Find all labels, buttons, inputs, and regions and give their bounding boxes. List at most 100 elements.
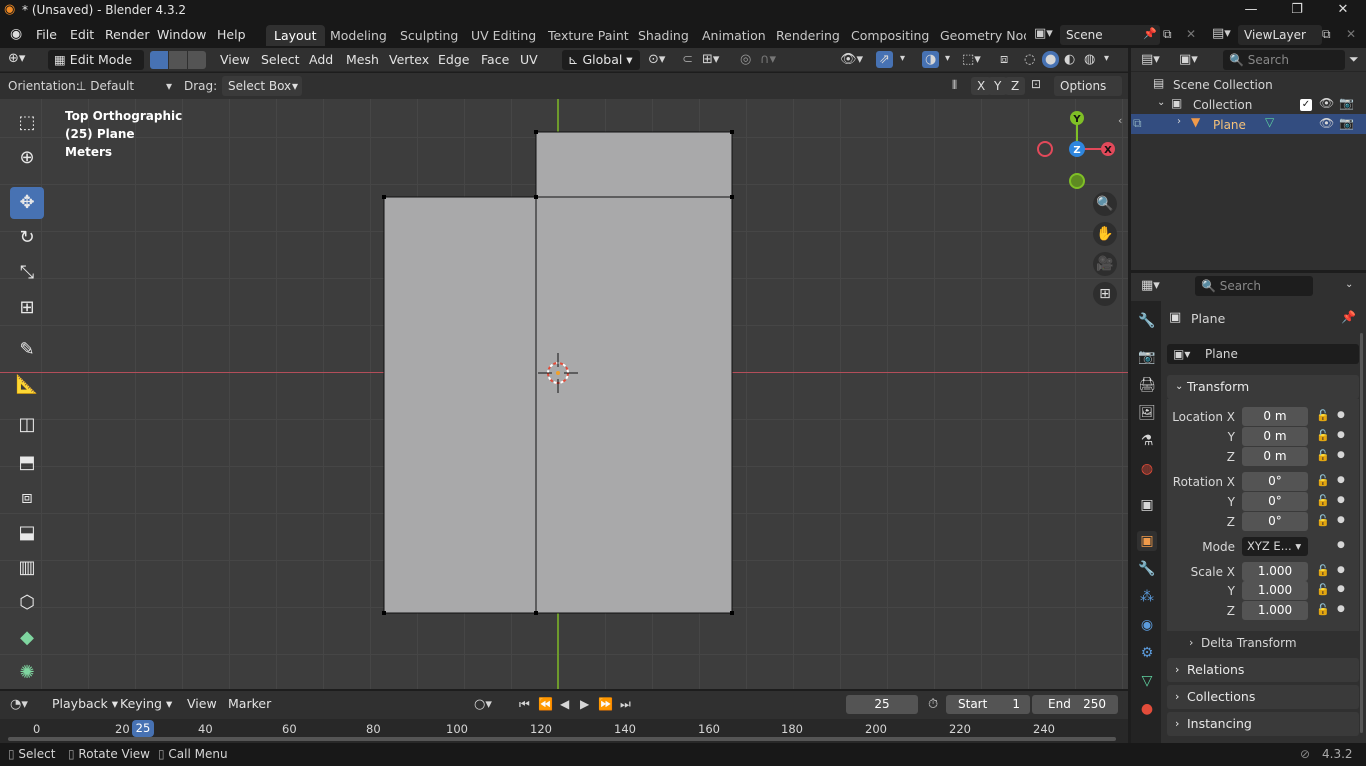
constraints-tab-icon[interactable]: ⚙ bbox=[1137, 643, 1157, 663]
end-frame-field[interactable]: End 250 bbox=[1032, 695, 1118, 714]
lock-icon[interactable]: 🔓 bbox=[1316, 494, 1330, 507]
keyframe-dot-icon[interactable]: ● bbox=[1337, 410, 1345, 420]
collection-eye-icon[interactable]: 👁 bbox=[1319, 97, 1334, 109]
ortho-toggle-icon[interactable]: ⊞ bbox=[1093, 282, 1117, 306]
scale-y-field[interactable]: 1.000 bbox=[1242, 581, 1308, 600]
3d-cursor-icon[interactable] bbox=[538, 353, 578, 393]
scene-icon[interactable]: ▣▾ bbox=[1034, 27, 1053, 40]
tab-rendering[interactable]: Rendering bbox=[768, 25, 848, 46]
render-tab-icon[interactable]: 📷 bbox=[1137, 347, 1157, 367]
start-frame-field[interactable]: Start 1 bbox=[946, 695, 1030, 714]
proportional-edit-icon[interactable]: ◎ bbox=[740, 53, 751, 66]
minimize-icon[interactable]: — bbox=[1228, 0, 1274, 22]
move-tool-icon[interactable]: ✥ bbox=[10, 187, 44, 219]
scene-collection-row[interactable]: ▤ Scene Collection bbox=[1131, 74, 1366, 94]
delete-scene-icon[interactable]: ✕ bbox=[1186, 28, 1196, 40]
view-layer-icon[interactable]: ▤▾ bbox=[1212, 27, 1231, 40]
tab-texture-paint[interactable]: Texture Paint bbox=[540, 25, 637, 46]
select-box-tool-icon[interactable]: ⬚ bbox=[10, 107, 44, 139]
lock-icon[interactable]: 🔓 bbox=[1316, 514, 1330, 527]
properties-scrollbar[interactable] bbox=[1360, 333, 1363, 733]
keyframe-dot-icon[interactable]: ● bbox=[1337, 450, 1345, 460]
world-tab-icon[interactable]: ◍ bbox=[1137, 459, 1157, 479]
tab-geometry-nodes[interactable]: Geometry Node bbox=[932, 25, 1026, 46]
auto-merge-icon[interactable]: ⊡ bbox=[1031, 78, 1041, 90]
keyframe-dot-icon[interactable]: ● bbox=[1337, 584, 1345, 594]
menu-edit[interactable]: Edit bbox=[64, 26, 100, 44]
object-name-field[interactable]: ▣▾ Plane bbox=[1167, 344, 1359, 364]
shading-rendered-icon[interactable]: ◍ bbox=[1084, 53, 1095, 66]
collection-row[interactable]: ⌄ ▣ Collection ✓ 👁 📷 bbox=[1131, 94, 1366, 114]
transform-orientation-dropdown[interactable]: ⊾ Global ▾ bbox=[562, 50, 640, 70]
falloff-icon[interactable]: ∩▾ bbox=[760, 53, 776, 66]
maximize-icon[interactable]: ❐ bbox=[1274, 0, 1320, 22]
menu-uv[interactable]: UV bbox=[514, 50, 544, 70]
mesh-face-left[interactable] bbox=[383, 196, 537, 614]
current-frame-field[interactable]: 25 bbox=[846, 695, 918, 714]
properties-editor-icon[interactable]: ▦▾ bbox=[1141, 279, 1160, 292]
delete-view-layer-icon[interactable]: ✕ bbox=[1346, 28, 1356, 40]
bevel-tool-icon[interactable]: ⬓ bbox=[10, 517, 44, 549]
drag-dropdown[interactable]: Select Box ▾ bbox=[222, 76, 302, 96]
keyframe-dot-icon[interactable]: ● bbox=[1337, 604, 1345, 614]
shading-material-icon[interactable]: ◐ bbox=[1064, 53, 1075, 66]
scale-x-field[interactable]: 1.000 bbox=[1242, 562, 1308, 581]
snap-icon[interactable]: ⊂ bbox=[682, 53, 693, 66]
scale-z-field[interactable]: 1.000 bbox=[1242, 601, 1308, 620]
play-icon[interactable]: ▶ bbox=[580, 698, 589, 710]
object-browse-icon[interactable]: ▣▾ bbox=[1167, 347, 1190, 361]
physics-tab-icon[interactable]: ◉ bbox=[1137, 615, 1157, 635]
collection-checkbox[interactable]: ✓ bbox=[1300, 99, 1312, 111]
keyframe-dot-icon[interactable]: ● bbox=[1337, 540, 1345, 550]
select-mode-edge[interactable] bbox=[169, 51, 187, 69]
expand-collection-icon[interactable]: ⌄ bbox=[1157, 98, 1165, 108]
gizmo-dropdown-icon[interactable]: ▾ bbox=[900, 54, 905, 64]
lock-icon[interactable]: 🔓 bbox=[1316, 603, 1330, 616]
menu-edge[interactable]: Edge bbox=[432, 50, 475, 70]
jump-start-icon[interactable]: ⏮ bbox=[519, 698, 530, 710]
keyframe-dot-icon[interactable]: ● bbox=[1337, 430, 1345, 440]
display-mode-icon[interactable]: ▣▾ bbox=[1179, 53, 1198, 66]
mirror-z-toggle[interactable]: Z bbox=[1005, 77, 1026, 95]
rotation-z-field[interactable]: 0° bbox=[1242, 512, 1308, 531]
prev-keyframe-icon[interactable]: ⏪ bbox=[538, 698, 553, 710]
new-scene-icon[interactable]: ⧉ bbox=[1163, 28, 1172, 40]
plane-mesh[interactable] bbox=[0, 99, 1128, 689]
modifier-tab-icon[interactable]: 🔧 bbox=[1137, 559, 1157, 579]
navigation-gizmo[interactable]: X Y Z bbox=[1030, 107, 1125, 195]
preview-range-icon[interactable]: ⏱ bbox=[928, 698, 938, 711]
timeline-editor-icon[interactable]: ◔▾ bbox=[10, 698, 28, 711]
measure-tool-icon[interactable]: 📐 bbox=[10, 369, 44, 401]
camera-view-icon[interactable]: 🎥 bbox=[1093, 252, 1117, 276]
plane-camera-icon[interactable]: 📷 bbox=[1339, 117, 1354, 129]
inset-tool-icon[interactable]: ⧈ bbox=[10, 482, 44, 514]
spin-tool-icon[interactable]: ✺ bbox=[10, 657, 44, 689]
lock-icon[interactable]: 🔓 bbox=[1316, 474, 1330, 487]
lock-icon[interactable]: 🔓 bbox=[1316, 409, 1330, 422]
shading-solid-icon[interactable]: ● bbox=[1042, 51, 1060, 68]
keying-menu[interactable]: Keying ▾ bbox=[114, 694, 178, 714]
object-tab-icon[interactable]: ▣ bbox=[1137, 531, 1157, 551]
annotate-tool-icon[interactable]: ✎ bbox=[10, 334, 44, 366]
tab-compositing[interactable]: Compositing bbox=[843, 25, 937, 46]
keyframe-dot-icon[interactable]: ● bbox=[1337, 475, 1345, 485]
pin-properties-icon[interactable]: 📌 bbox=[1341, 311, 1356, 323]
properties-options-icon[interactable]: ⌄ bbox=[1345, 280, 1353, 290]
visibility-icon[interactable]: 👁▾ bbox=[840, 53, 863, 66]
collection-tab-icon[interactable]: ▣ bbox=[1137, 495, 1157, 515]
shading-dropdown-icon[interactable]: ▾ bbox=[1104, 54, 1109, 64]
menu-file[interactable]: File bbox=[30, 26, 63, 44]
lock-icon[interactable]: 🔓 bbox=[1316, 564, 1330, 577]
mode-dropdown[interactable]: ▦ Edit Mode ▾ bbox=[48, 50, 144, 87]
editor-type-icon[interactable]: ⊕▾ bbox=[8, 52, 25, 65]
menu-window[interactable]: Window bbox=[151, 26, 212, 44]
transform-panel-header[interactable]: ⌄ Transform bbox=[1167, 375, 1359, 399]
particles-tab-icon[interactable]: ⁂ bbox=[1137, 587, 1157, 607]
keyframe-dot-icon[interactable]: ● bbox=[1337, 515, 1345, 525]
add-cube-tool-icon[interactable]: ◫ bbox=[10, 409, 44, 441]
plane-row[interactable]: ⧉ › ▼ Plane ▽ 👁 📷 bbox=[1131, 114, 1366, 134]
menu-mesh[interactable]: Mesh bbox=[340, 50, 385, 70]
plane-eye-icon[interactable]: 👁 bbox=[1319, 117, 1334, 129]
collection-camera-icon[interactable]: 📷 bbox=[1339, 97, 1354, 109]
menu-render[interactable]: Render bbox=[99, 26, 156, 44]
